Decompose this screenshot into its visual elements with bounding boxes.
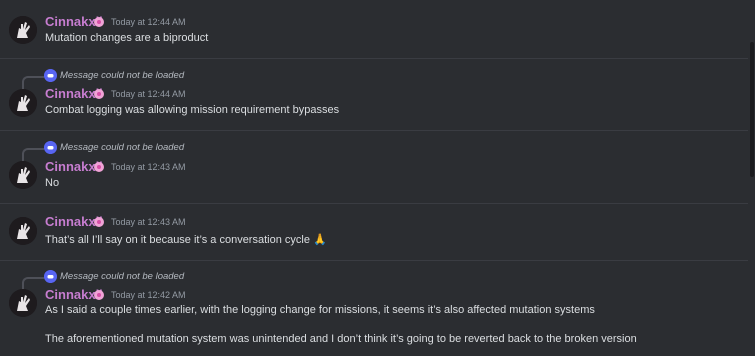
pink-flower-badge-icon[interactable] <box>93 289 105 301</box>
timestamp[interactable]: Today at 12:44 AM <box>111 86 186 102</box>
message-2: Message could not be loaded Cinnakxll To… <box>0 59 748 129</box>
reply-preview[interactable]: Message could not be loaded <box>22 68 422 91</box>
timestamp[interactable]: Today at 12:42 AM <box>111 287 186 303</box>
message-1: Cinnakxll Today at 12:44 AM Mutation cha… <box>0 0 748 58</box>
avatar[interactable] <box>9 16 37 44</box>
avatar[interactable] <box>9 89 37 117</box>
pink-flower-badge-icon[interactable] <box>93 161 105 173</box>
reply-preview[interactable]: Message could not be loaded <box>22 269 422 292</box>
reply-preview[interactable]: Message could not be loaded <box>22 140 422 163</box>
message-text-line-2: The aforementioned mutation system was u… <box>45 333 637 345</box>
timestamp[interactable]: Today at 12:43 AM <box>111 214 186 230</box>
avatar[interactable] <box>9 289 37 317</box>
message-4: Cinnakxll Today at 12:43 AM That’s all I… <box>0 204 748 259</box>
folded-hands-emoji[interactable]: 🙏 <box>313 234 327 246</box>
message-text-content: That’s all I’ll say on it because it’s a… <box>45 234 310 246</box>
message-text: No <box>45 177 60 189</box>
message-text: Mutation changes are a biproduct <box>45 32 209 44</box>
timestamp[interactable]: Today at 12:44 AM <box>111 14 186 30</box>
timestamp[interactable]: Today at 12:43 AM <box>111 159 186 175</box>
scrollbar-thumb[interactable] <box>750 42 754 177</box>
avatar-hand-icon <box>9 16 37 44</box>
discord-icon <box>44 141 57 154</box>
reply-text: Message could not be loaded <box>60 70 185 81</box>
pink-flower-badge-icon[interactable] <box>93 216 105 228</box>
message-5: Message could not be loaded Cinnakxll To… <box>0 261 748 356</box>
discord-icon <box>44 270 57 283</box>
reply-text: Message could not be loaded <box>60 142 185 153</box>
avatar[interactable] <box>9 217 37 245</box>
reply-text: Message could not be loaded <box>60 271 185 282</box>
message-text-line-1: As I said a couple times earlier, with t… <box>45 304 595 316</box>
avatar[interactable] <box>9 161 37 189</box>
message-3: Message could not be loaded Cinnakxll To… <box>0 131 748 201</box>
pink-flower-badge-icon[interactable] <box>93 16 105 28</box>
pink-flower-badge-icon[interactable] <box>93 88 105 100</box>
avatar-hand-icon <box>9 217 37 245</box>
avatar-hand-icon <box>9 89 37 117</box>
scrollbar-track[interactable] <box>749 0 755 356</box>
message-text: Combat logging was allowing mission requ… <box>45 104 340 116</box>
message-text: That’s all I’ll say on it because it’s a… <box>45 233 327 247</box>
discord-icon <box>44 69 57 82</box>
avatar-hand-icon <box>9 161 37 189</box>
avatar-hand-icon <box>9 289 37 317</box>
